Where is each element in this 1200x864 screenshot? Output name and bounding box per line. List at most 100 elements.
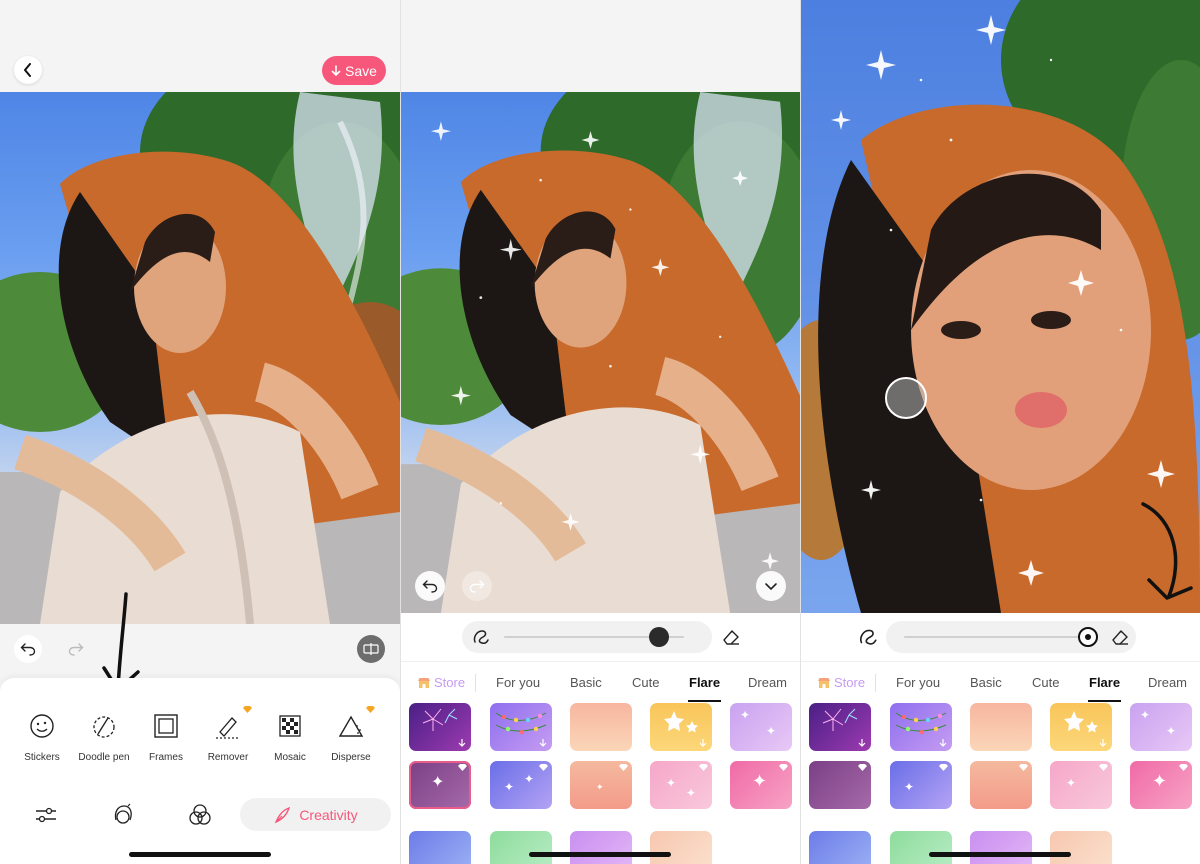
star-icon [1064, 711, 1098, 733]
tool-disperse[interactable]: Disperse [319, 706, 383, 763]
brush-tile-mint[interactable] [490, 831, 552, 864]
undo-icon [422, 580, 438, 593]
undo-button[interactable] [415, 571, 445, 601]
premium-diamond-icon [779, 764, 788, 771]
undo-icon [20, 643, 36, 656]
download-arrow-icon [1099, 739, 1107, 747]
download-arrow-icon [539, 739, 547, 747]
tool-label: Stickers [24, 752, 60, 763]
tab-for-you[interactable]: For you [896, 675, 940, 690]
redo-icon [469, 580, 485, 593]
compare-icon [363, 643, 379, 655]
compare-button[interactable] [357, 635, 385, 663]
collapse-button[interactable] [756, 571, 786, 601]
brush-tile-peach-glow[interactable] [970, 703, 1032, 751]
photo-canvas[interactable] [0, 92, 400, 624]
brush-tile-blue-glitter[interactable] [409, 831, 471, 864]
brush-size-pill [886, 621, 1136, 653]
sparkle-icon: ✦ [904, 780, 915, 794]
slider-knob[interactable] [1078, 627, 1099, 647]
home-indicator [529, 852, 671, 857]
sparkle-icon: ✦ [524, 772, 535, 786]
brush-tile-blue-sparkle[interactable]: ✦ ✦ [490, 761, 552, 809]
tab-cute[interactable]: Cute [632, 675, 659, 690]
tool-remover[interactable]: Remover [196, 706, 260, 763]
sparkle-icon: ✦ [666, 776, 677, 790]
doodle-pen-icon [93, 716, 115, 738]
face-retouch-icon[interactable] [110, 802, 136, 828]
undo-button[interactable] [14, 635, 42, 663]
brush-stroke-icon[interactable] [857, 626, 879, 648]
back-button[interactable] [14, 56, 42, 84]
tab-flare[interactable]: Flare [689, 675, 720, 690]
eraser-icon[interactable] [1110, 627, 1130, 647]
tab-dream[interactable]: Dream [748, 675, 787, 690]
tab-basic[interactable]: Basic [970, 675, 1002, 690]
home-indicator [129, 852, 271, 857]
tool-stickers[interactable]: Stickers [10, 712, 74, 763]
active-tab-underline [688, 700, 721, 702]
redo-button[interactable] [462, 571, 492, 601]
tab-flare[interactable]: Flare [1089, 675, 1120, 690]
brush-tile-violet[interactable] [809, 761, 871, 809]
brush-tile-lavender-sparkle[interactable]: ✦ ✦ [1130, 703, 1192, 751]
eraser-icon[interactable] [721, 627, 741, 647]
brush-category-tabs: Store For you Basic Cute Flare Dream [801, 661, 1200, 703]
brush-tile-string-lights[interactable] [490, 703, 552, 751]
brush-tile-stars[interactable] [650, 703, 712, 751]
tool-label: Mosaic [274, 752, 306, 763]
premium-diamond-icon [458, 764, 467, 771]
brush-tile-violet-bokeh[interactable] [970, 831, 1032, 864]
brush-tile-fireworks[interactable] [809, 703, 871, 751]
tool-mosaic[interactable]: Mosaic [258, 712, 322, 763]
brush-tile-mint[interactable] [890, 831, 952, 864]
brush-tile-fireworks[interactable] [409, 703, 471, 751]
brush-tile-string-lights[interactable] [890, 703, 952, 751]
store-label: Store [834, 675, 866, 690]
portrait-photo [401, 92, 800, 613]
store-tab[interactable]: Store [417, 675, 465, 690]
home-indicator [929, 852, 1071, 857]
slider-knob-dot [1085, 634, 1092, 640]
premium-diamond-icon [243, 706, 252, 713]
brush-tile-cream[interactable] [650, 831, 712, 864]
tool-frames[interactable]: Frames [134, 712, 198, 763]
tool-doodle-pen[interactable]: Doodle pen [72, 712, 136, 763]
feather-icon [274, 806, 291, 823]
creativity-tab[interactable]: Creativity [240, 798, 391, 831]
brush-tile-blue-glitter[interactable] [809, 831, 871, 864]
brush-stroke-icon [473, 630, 489, 644]
redo-button[interactable] [62, 635, 90, 663]
brush-tile-stars[interactable] [1050, 703, 1112, 751]
premium-diamond-icon [1019, 764, 1028, 771]
brush-tile-violet-bokeh[interactable] [570, 831, 632, 864]
sparkle-icon: ✦ [686, 786, 697, 800]
tab-cute[interactable]: Cute [1032, 675, 1059, 690]
brush-tile-blue-sparkle[interactable]: ✦ [890, 761, 952, 809]
brush-tile-pink-stars[interactable]: ✦ [1050, 761, 1112, 809]
brush-tile-violet-selected[interactable]: ✦ [409, 761, 471, 809]
brush-tile-pink-stars[interactable]: ✦ ✦ [650, 761, 712, 809]
brush-tile-magenta-flare[interactable]: ✦ [1130, 761, 1192, 809]
brush-tile-lavender-sparkle[interactable]: ✦ ✦ [730, 703, 792, 751]
sliders-icon[interactable] [33, 802, 59, 828]
brush-size-slider[interactable] [504, 627, 684, 647]
brush-tile-coral-glitter[interactable] [970, 761, 1032, 809]
save-button[interactable]: Save [322, 56, 386, 85]
brush-tile-magenta-flare[interactable]: ✦ [730, 761, 792, 809]
creativity-label: Creativity [299, 806, 358, 823]
tab-basic[interactable]: Basic [570, 675, 602, 690]
photo-canvas[interactable] [401, 92, 800, 613]
store-tab[interactable]: Store [817, 675, 865, 690]
store-label: Store [434, 675, 466, 690]
top-bar [401, 0, 800, 92]
brush-tile-coral-glitter[interactable]: ✦ [570, 761, 632, 809]
premium-diamond-icon [1099, 764, 1108, 771]
brush-size-slider[interactable] [904, 627, 1099, 647]
filters-icon[interactable] [187, 802, 213, 828]
brush-tile-peach-glow[interactable] [570, 703, 632, 751]
tab-for-you[interactable]: For you [496, 675, 540, 690]
brush-tile-cream[interactable] [1050, 831, 1112, 864]
tab-dream[interactable]: Dream [1148, 675, 1187, 690]
slider-knob[interactable] [648, 627, 669, 647]
